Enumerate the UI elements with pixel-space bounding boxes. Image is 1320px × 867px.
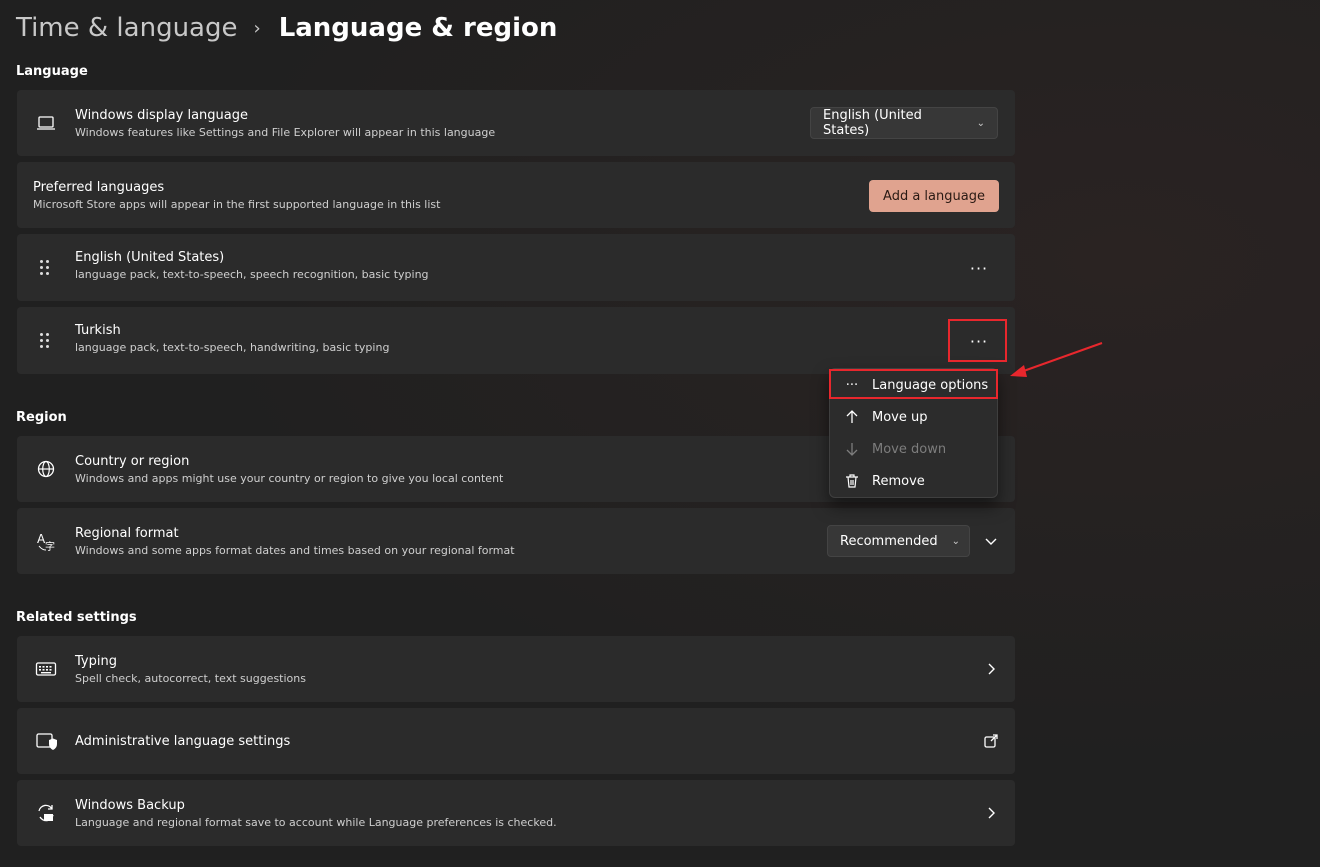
language-features: language pack, text-to-speech, speech re…	[75, 268, 429, 281]
breadcrumb-parent[interactable]: Time & language	[16, 13, 237, 43]
menu-item-remove[interactable]: Remove	[830, 465, 997, 497]
windows-backup-link[interactable]: Windows Backup Language and regional for…	[17, 780, 1015, 846]
preferred-languages-title: Preferred languages	[33, 180, 165, 195]
country-region-title: Country or region	[75, 454, 190, 469]
typing-title: Typing	[75, 654, 117, 669]
regional-format-subtitle: Windows and some apps format dates and t…	[75, 544, 515, 557]
keyboard-icon	[35, 658, 57, 680]
chevron-down-icon: ⌄	[976, 117, 985, 129]
backup-icon	[35, 802, 57, 824]
chevron-right-icon	[983, 805, 999, 821]
menu-item-move-down: Move down	[830, 433, 997, 465]
admin-language-title: Administrative language settings	[75, 734, 291, 749]
chevron-right-icon	[983, 661, 999, 677]
svg-text:字: 字	[45, 540, 55, 552]
language-features: language pack, text-to-speech, handwriti…	[75, 341, 390, 354]
typing-subtitle: Spell check, autocorrect, text suggestio…	[75, 672, 306, 685]
section-title-region: Region	[16, 410, 67, 425]
more-options-button[interactable]: ···	[963, 252, 995, 284]
language-name: Turkish	[75, 323, 121, 338]
highlight-box-language-options	[829, 369, 998, 399]
regional-format-value: Recommended	[840, 533, 938, 549]
windows-backup-subtitle: Language and regional format save to acc…	[75, 816, 557, 829]
display-language-card: Windows display language Windows feature…	[17, 90, 1015, 156]
drag-handle-icon[interactable]	[39, 332, 51, 350]
page-title: Language & region	[278, 13, 558, 43]
menu-item-move-up[interactable]: Move up	[830, 401, 997, 433]
display-language-value: English (United States)	[823, 108, 922, 138]
language-item-english[interactable]: English (United States) language pack, t…	[17, 234, 1015, 301]
preferred-languages-card: Preferred languages Microsoft Store apps…	[17, 162, 1015, 228]
chevron-down-icon: ⌄	[951, 535, 961, 547]
add-language-button[interactable]: Add a language	[869, 180, 999, 212]
arrow-down-icon	[844, 441, 860, 457]
language-name: English (United States)	[75, 250, 225, 265]
globe-icon	[35, 458, 57, 480]
display-language-subtitle: Windows features like Settings and File …	[75, 126, 496, 139]
section-title-related: Related settings	[16, 610, 137, 625]
breadcrumb-separator-icon: ›	[253, 17, 261, 39]
regional-format-title: Regional format	[75, 526, 179, 541]
trash-icon	[844, 473, 860, 489]
language-item-turkish[interactable]: Turkish language pack, text-to-speech, h…	[17, 307, 1015, 374]
display-language-dropdown[interactable]: English (United States) ⌄	[810, 107, 998, 139]
display-language-title: Windows display language	[75, 108, 248, 123]
country-region-subtitle: Windows and apps might use your country …	[75, 472, 504, 485]
admin-shield-icon	[35, 730, 57, 752]
regional-format-dropdown[interactable]: Recommended ⌄	[827, 525, 970, 557]
preferred-languages-subtitle: Microsoft Store apps will appear in the …	[33, 198, 441, 211]
expand-chevron-icon[interactable]	[983, 533, 999, 549]
breadcrumb: Time & language › Language & region	[16, 8, 557, 48]
regional-format-card[interactable]: A字 Regional format Windows and some apps…	[17, 508, 1015, 574]
highlight-box-more-button	[948, 319, 1007, 362]
admin-language-settings-link[interactable]: Administrative language settings	[17, 708, 1015, 774]
arrow-up-icon	[844, 409, 860, 425]
drag-handle-icon[interactable]	[39, 259, 51, 277]
windows-backup-title: Windows Backup	[75, 798, 185, 813]
laptop-icon	[35, 112, 57, 134]
annotation-arrow-icon	[1010, 342, 1103, 377]
section-title-language: Language	[16, 64, 88, 79]
external-link-icon	[983, 733, 999, 749]
typing-settings-link[interactable]: Typing Spell check, autocorrect, text su…	[17, 636, 1015, 702]
regional-format-icon: A字	[35, 530, 57, 553]
